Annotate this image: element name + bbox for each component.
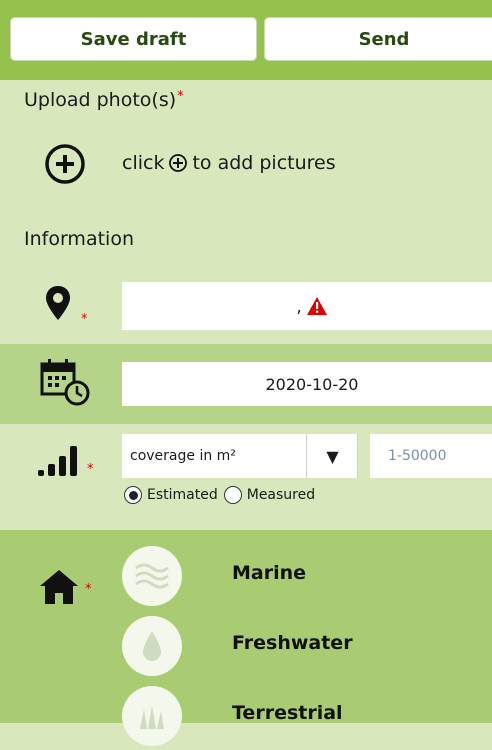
upload-section-title: Upload photo(s)* [24,89,184,111]
measurement-type-radio-group: Estimated Measured [124,486,321,504]
water-drop-icon [122,616,182,676]
date-row: 2020-10-20 [0,344,492,424]
grass-icon [122,686,182,746]
waves-icon [122,546,182,606]
send-button[interactable]: Send [264,17,492,61]
add-hint-text-before: click [122,152,165,174]
dropdown-arrow-icon[interactable]: ▼ [306,434,358,478]
coverage-row: * coverage in m² ▼ 1-50000 Estimated Mea… [0,424,492,530]
plus-circle-icon [169,154,188,172]
warning-triangle-icon [306,297,327,315]
location-value: , [296,296,302,316]
calendar-clock-icon [40,359,90,406]
add-hint-text-after: to add pictures [192,152,336,174]
habitat-option-marine[interactable]: Marine [122,546,482,610]
coverage-unit-value: coverage in m² [130,448,236,464]
add-photo-icon[interactable] [44,143,86,185]
upload-title-text: Upload photo(s) [24,89,177,111]
habitat-option-freshwater[interactable]: Freshwater [122,616,482,680]
save-draft-button[interactable]: Save draft [10,17,257,61]
signal-bars-icon [38,446,77,476]
action-bar: Save draft Send [0,0,492,80]
habitat-required-mark: * [85,582,92,597]
habitat-row: * Marine Freshwater Terrestrial [0,530,492,746]
habitat-label-terrestrial: Terrestrial [232,702,343,724]
habitat-label-freshwater: Freshwater [232,632,353,654]
required-mark: * [177,89,184,104]
date-input[interactable]: 2020-10-20 [122,362,492,406]
house-icon [40,570,78,604]
information-section-title: Information [24,228,134,250]
location-required-mark: * [81,312,88,327]
habitat-option-terrestrial[interactable]: Terrestrial [122,686,482,750]
coverage-required-mark: * [87,462,94,477]
habitat-label-marine: Marine [232,562,307,584]
estimated-radio[interactable] [124,486,142,504]
coverage-value-input[interactable]: 1-50000 [370,434,492,478]
coverage-value-placeholder: 1-50000 [388,448,447,464]
location-row: * , [0,268,492,344]
measured-radio[interactable] [223,486,242,504]
add-photo-hint: click to add pictures [122,152,336,174]
location-input[interactable]: , [122,282,492,330]
measured-label: Measured [246,487,316,503]
estimated-label: Estimated [147,487,218,503]
map-pin-icon [46,286,70,320]
